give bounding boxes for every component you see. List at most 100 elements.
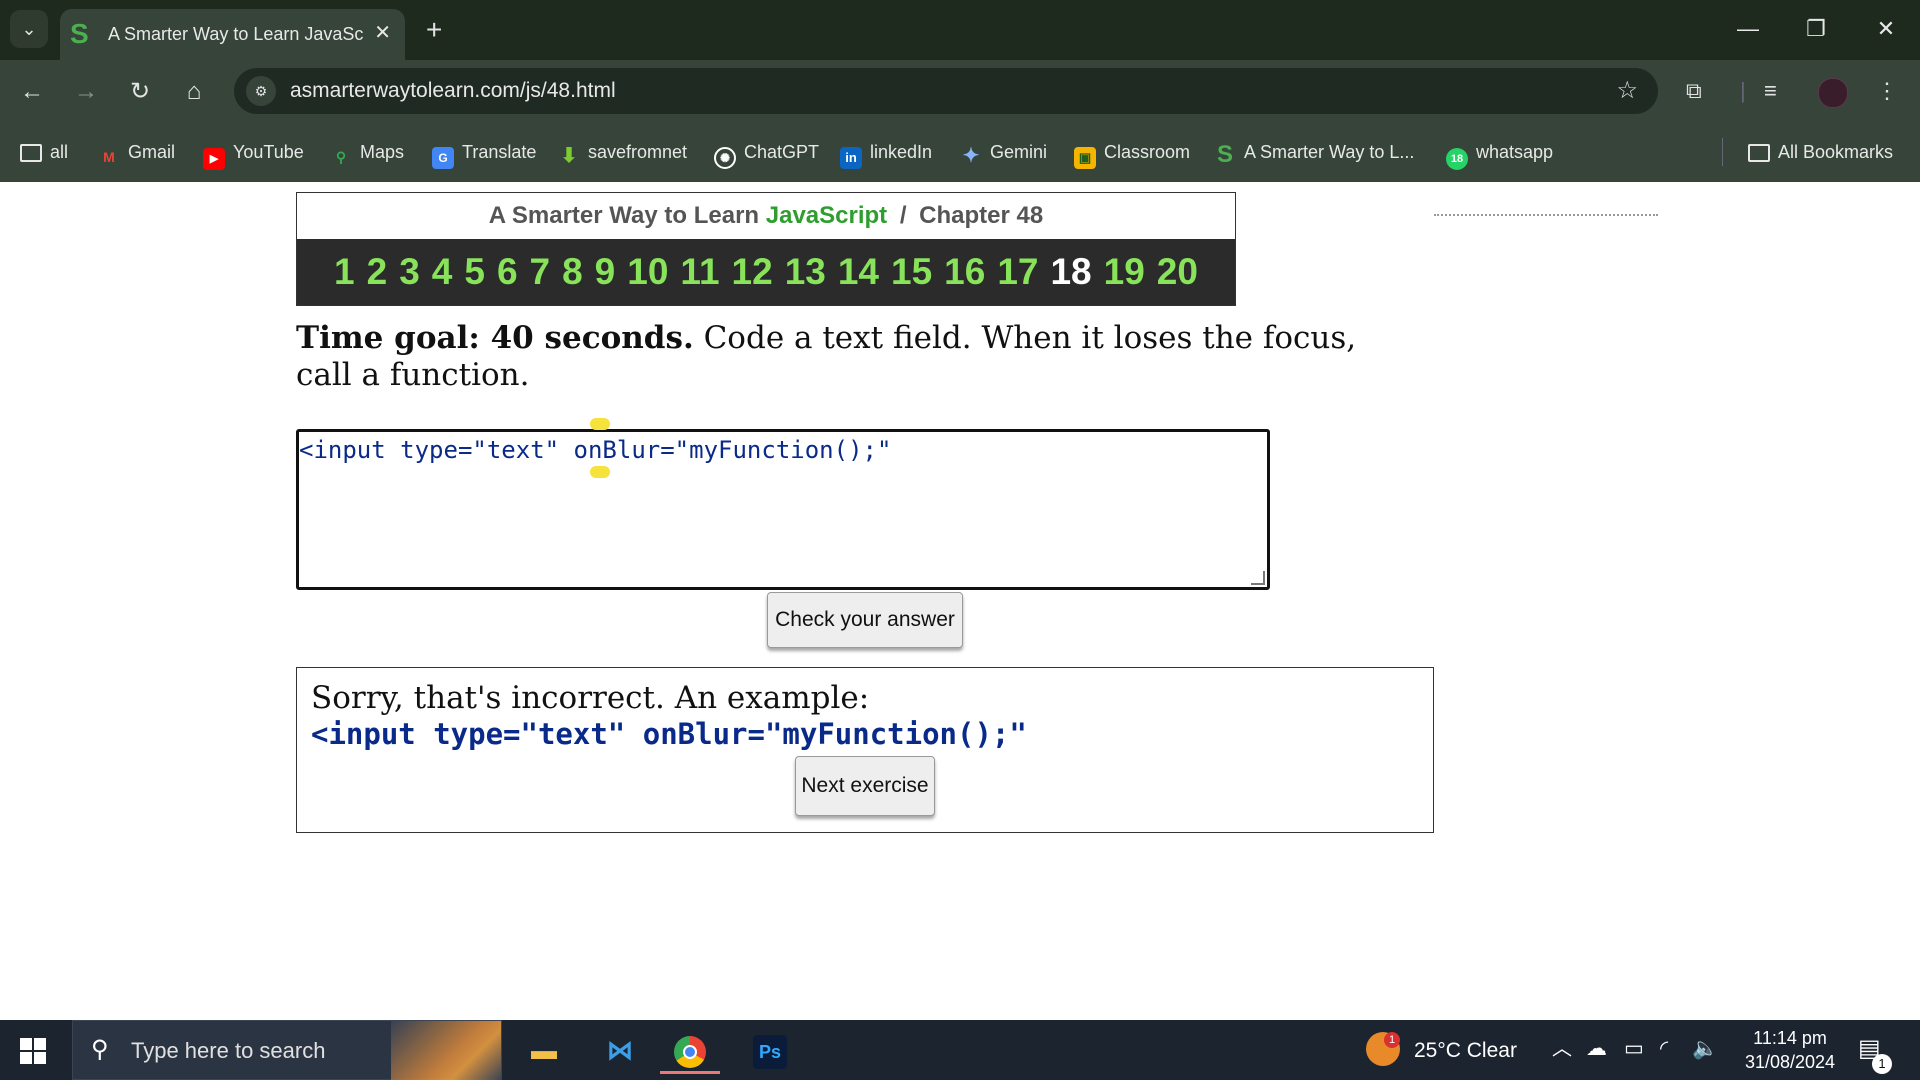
chapter-link[interactable]: 18 (1050, 239, 1091, 305)
bookmark-label: savefromnet (588, 142, 688, 162)
bookmark-savefromnet[interactable]: ⬇ savefromnet (558, 138, 688, 167)
window-close-icon[interactable]: ✕ (1866, 14, 1906, 44)
extensions-icon[interactable]: ⧉ (1686, 76, 1702, 106)
chapter-link[interactable]: 11 (680, 239, 719, 305)
text-cursor-handle-top[interactable] (590, 418, 610, 430)
divider: | (1740, 78, 1746, 103)
volume-icon[interactable]: 🔈 (1692, 1036, 1718, 1062)
chapter-link[interactable]: 2 (367, 239, 388, 305)
chatgpt-icon: ✺ (714, 147, 736, 169)
bookmark-youtube[interactable]: ▶ YouTube (203, 138, 304, 170)
youtube-icon: ▶ (203, 148, 225, 170)
minimize-icon[interactable]: — (1728, 14, 1768, 44)
active-tab[interactable]: S A Smarter Way to Learn JavaScr ✕ (60, 9, 405, 60)
bookmarks-bar: all M Gmail ▶ YouTube ⚲ Maps G Translate ⬇ sa… (0, 122, 1920, 182)
translate-icon: G (432, 147, 454, 169)
tab-search-button[interactable]: ⌄ (10, 10, 48, 48)
bookmark-gemini[interactable]: ✦ Gemini (960, 138, 1047, 167)
menu-kebab-icon[interactable]: ⋮ (1876, 76, 1898, 106)
bookmark-label: YouTube (233, 142, 304, 162)
chapter-header: A Smarter Way to Learn JavaScript / Chap… (296, 192, 1236, 306)
back-icon[interactable]: ← (14, 74, 50, 110)
clock-date: 31/08/2024 (1744, 1052, 1836, 1072)
home-icon[interactable]: ⌂ (176, 74, 212, 110)
bookmark-smarter-way[interactable]: S A Smarter Way to L... (1214, 138, 1414, 168)
bookmark-star-icon[interactable]: ☆ (1616, 76, 1638, 106)
battery-icon[interactable]: ▭ (1624, 1036, 1644, 1062)
screen: ⌄ S A Smarter Way to Learn JavaScr ✕ + —… (0, 0, 1920, 1080)
gemini-icon: ✦ (962, 145, 980, 167)
file-explorer-icon[interactable]: ▬ (514, 1026, 574, 1074)
bookmark-whatsapp[interactable]: 18 whatsapp (1446, 138, 1553, 170)
search-icon: ⚲ (91, 1036, 109, 1063)
taskbar-search[interactable]: ⚲ Type here to search (72, 1020, 502, 1080)
chapter-link[interactable]: 19 (1104, 239, 1145, 305)
windows-start-icon[interactable] (20, 1038, 46, 1064)
weather-badge: 1 (1384, 1032, 1400, 1048)
resize-handle-icon[interactable] (1251, 571, 1265, 585)
folder-icon (1748, 144, 1770, 162)
wifi-icon[interactable]: ◜ (1660, 1036, 1668, 1062)
notification-count: 1 (1872, 1054, 1892, 1074)
chapter-link[interactable]: 12 (732, 239, 773, 305)
bookmark-linkedin[interactable]: in linkedIn (840, 138, 932, 169)
chapter-link[interactable]: 5 (464, 239, 485, 305)
tab-title: A Smarter Way to Learn JavaScr (108, 24, 363, 44)
chapter-link[interactable]: 15 (891, 239, 932, 305)
bookmark-translate[interactable]: G Translate (432, 138, 536, 169)
chapter-link[interactable]: 3 (399, 239, 420, 305)
forward-icon[interactable]: → (68, 74, 104, 110)
maps-pin-icon: ⚲ (335, 149, 347, 165)
chapter-link[interactable]: 6 (497, 239, 518, 305)
check-answer-button[interactable]: Check your answer (767, 592, 963, 648)
bookmark-classroom[interactable]: ▣ Classroom (1074, 138, 1190, 169)
chapter-link[interactable]: 9 (595, 239, 616, 305)
vscode-icon[interactable]: ⋈ (590, 1026, 650, 1074)
tray-expand-icon[interactable]: ︿ (1552, 1036, 1572, 1062)
reload-icon[interactable]: ↻ (122, 74, 158, 110)
bookmark-gmail[interactable]: M Gmail (98, 138, 175, 166)
photoshop-icon[interactable]: Ps (740, 1026, 800, 1074)
chrome-icon[interactable] (660, 1026, 720, 1074)
smarter-way-icon: S (1216, 141, 1233, 168)
title-javascript[interactable]: JavaScript (766, 202, 887, 229)
answer-value[interactable]: <input type="text" onBlur="myFunction();… (299, 436, 891, 464)
toolbar: ← → ↻ ⌂ ⚙ asmarterwaytolearn.com/js/48.h… (0, 60, 1920, 122)
chapter-link[interactable]: 8 (562, 239, 583, 305)
answer-textarea[interactable]: <input type="text" onBlur="myFunction();… (296, 418, 1270, 590)
all-bookmarks[interactable]: All Bookmarks (1748, 138, 1893, 166)
bookmark-label: ChatGPT (744, 142, 820, 162)
chapter-link[interactable]: 17 (997, 239, 1038, 305)
site-info-icon[interactable]: ⚙ (246, 76, 276, 106)
media-controls-icon[interactable]: ≡ (1764, 76, 1777, 106)
profile-avatar[interactable] (1818, 78, 1848, 108)
chapter-link[interactable]: 7 (530, 239, 551, 305)
bookmark-all[interactable]: all (20, 138, 68, 166)
url-text[interactable]: asmarterwaytolearn.com/js/48.html (290, 79, 616, 103)
result-message: Sorry, that's incorrect. An example: (311, 680, 870, 716)
new-tab-button[interactable]: + (426, 14, 442, 46)
divider (1722, 138, 1723, 166)
chapter-link[interactable]: 16 (944, 239, 985, 305)
chapter-link[interactable]: 10 (627, 239, 668, 305)
time-goal: Time goal: 40 seconds. (296, 320, 694, 356)
text-cursor-handle-bottom[interactable] (590, 466, 610, 478)
search-highlight-image (391, 1021, 501, 1080)
next-exercise-button[interactable]: Next exercise (795, 756, 935, 816)
bookmark-maps[interactable]: ⚲ Maps (330, 138, 404, 166)
restore-icon[interactable]: ❐ (1796, 14, 1836, 44)
onedrive-icon[interactable]: ☁ (1586, 1036, 1607, 1062)
chapter-link[interactable]: 13 (785, 239, 826, 305)
page-title: A Smarter Way to Learn JavaScript / Chap… (297, 193, 1235, 239)
chapter-link[interactable]: 1 (334, 239, 355, 305)
chapter-link[interactable]: 20 (1157, 239, 1198, 305)
weather-text[interactable]: 25°C Clear (1414, 1038, 1517, 1064)
all-bookmarks-label: All Bookmarks (1778, 142, 1894, 162)
clock[interactable]: 11:14 pm 31/08/2024 (1730, 1026, 1850, 1074)
chapter-link[interactable]: 14 (838, 239, 879, 305)
address-bar[interactable]: ⚙ asmarterwaytolearn.com/js/48.html ☆ (234, 68, 1658, 114)
chapter-link[interactable]: 4 (432, 239, 453, 305)
bookmark-chatgpt[interactable]: ✺ ChatGPT (714, 138, 820, 169)
close-icon[interactable]: ✕ (374, 21, 391, 45)
windows-taskbar: ⚲ Type here to search ▬ ⋈ Ps 1 25°C Clea… (0, 1020, 1920, 1080)
